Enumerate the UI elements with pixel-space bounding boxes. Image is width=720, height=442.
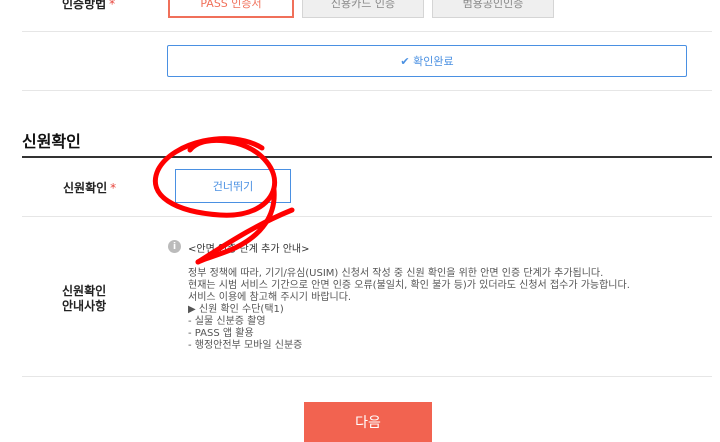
divider [22, 90, 712, 91]
section-divider [22, 156, 712, 158]
divider [22, 376, 712, 377]
auth-method-label-text: 인증방법 [62, 0, 107, 11]
pass-auth-button[interactable]: PASS 인증서 [168, 0, 294, 18]
next-button[interactable]: 다음 [304, 402, 432, 442]
info-line: - 실물 신분증 촬영 [188, 316, 266, 327]
divider [22, 31, 712, 32]
public-cert-auth-button[interactable]: 범용공인인증 [432, 0, 554, 18]
info-icon: i [168, 240, 181, 253]
identity-label: 신원확인 * [63, 179, 116, 196]
info-line: 정부 정책에 따라, 기기/유심(USIM) 신청서 작성 중 신원 확인을 위… [188, 268, 604, 279]
skip-button[interactable]: 건너뛰기 [175, 169, 291, 203]
section-title: 신원확인 [22, 132, 81, 151]
divider [22, 216, 712, 217]
required-mark: * [110, 181, 117, 195]
identity-label-text: 신원확인 [63, 181, 108, 195]
auth-method-label: 인증방법 * [62, 0, 115, 12]
info-line: 현재는 시범 서비스 기간으로 안면 인증 오류(불일치, 확인 불가 등)가 … [188, 280, 630, 291]
info-text: 정부 정책에 따라, 기기/유심(USIM) 신청서 작성 중 신원 확인을 위… [188, 268, 630, 352]
info-title: <안면 인증 단계 추가 안내> [188, 244, 310, 255]
info-line: - PASS 앱 활용 [188, 328, 254, 339]
info-line: - 행정안전부 모바일 신분증 [188, 340, 303, 351]
required-mark: * [109, 0, 116, 11]
guide-label: 신원확인 안내사항 [62, 284, 106, 314]
info-line: 서비스 이용에 참고해 주시기 바랍니다. [188, 292, 352, 303]
guide-label-line2: 안내사항 [62, 299, 107, 313]
guide-label-line1: 신원확인 [62, 284, 107, 298]
info-line: ▶ 신원 확인 수단(택1) [188, 304, 284, 315]
confirm-complete-box: ✔ 확인완료 [167, 45, 687, 77]
credit-card-auth-button[interactable]: 신용카드 인증 [302, 0, 424, 18]
